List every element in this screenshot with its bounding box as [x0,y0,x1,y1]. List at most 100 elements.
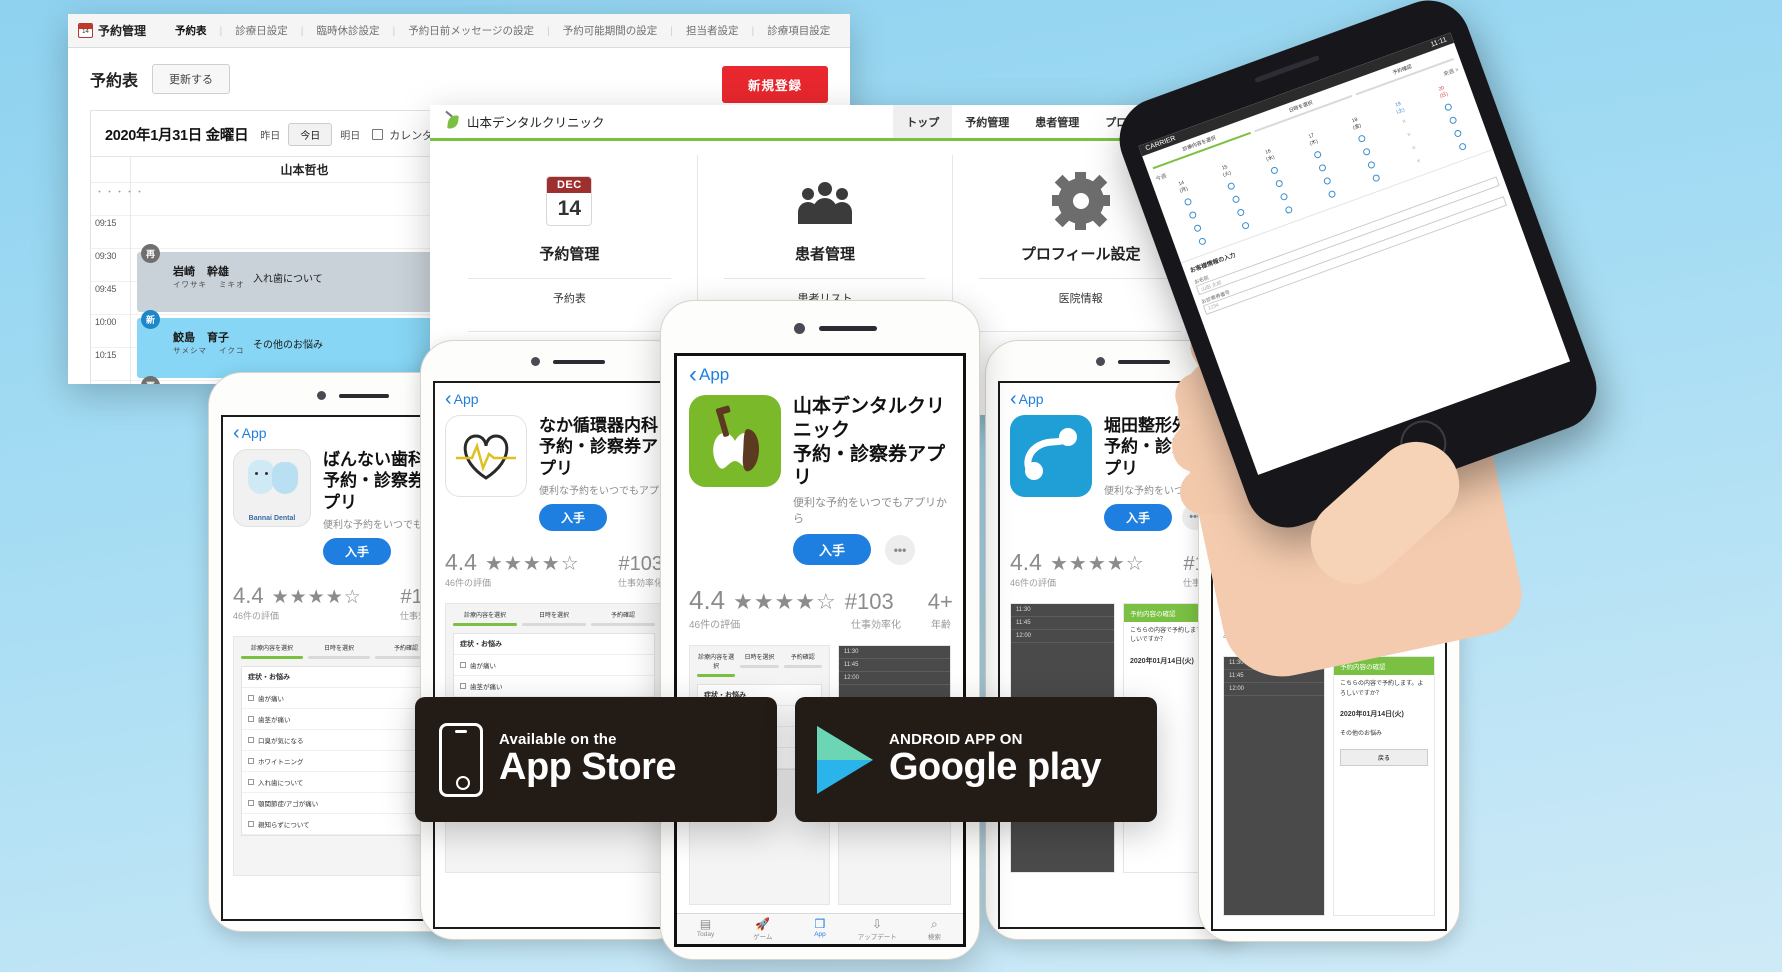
nav-item-shinryobi[interactable]: 診療日設定 [222,23,301,38]
back-button[interactable]: ‹ App [445,388,663,410]
page-title: 予約表 [90,73,139,90]
checkbox-icon[interactable] [248,757,254,764]
checkbox-row[interactable]: 親知らずについて [242,814,436,835]
time-label: 09:45 [95,284,117,294]
app-store-badge[interactable]: Available on the App Store [415,697,777,822]
tab-search[interactable]: ⌕ 検索 [906,914,963,944]
nav-item-koumoku[interactable]: 診療項目設定 [754,23,843,38]
back-button[interactable]: ‹ App [233,423,445,443]
checkbox-row[interactable]: 口臭が気になる [242,730,436,751]
reservation-title-row: 予約表 更新する [90,64,828,94]
app-name-line2: 予約・診察券アプリ [793,443,946,489]
refresh-button[interactable]: 更新する [152,64,231,94]
tab-updates[interactable]: ⇩ アップデート [849,914,906,944]
nav-item-rinjikyushin[interactable]: 臨時休診設定 [303,23,392,38]
chevron-left-icon: ‹ [445,388,452,410]
camera-icon [531,357,540,366]
time-label: 09:30 [95,251,117,261]
app-header: 山本デンタルクリニック 予約・診察券アプリ 便利な予約をいつでもアプリから 入手… [689,385,951,565]
checkbox-icon[interactable] [248,694,254,701]
nav-item-kikan[interactable]: 予約可能期間の設定 [550,23,671,38]
tab-app[interactable]: ❒ App [791,914,848,944]
tab-label: Today [696,931,715,938]
tab-label: ゲーム [753,934,773,941]
step-label: 診療内容を選択 [463,612,506,619]
app-screenshot[interactable]: 診療内容を選択 日時を選択 予約確認 症状・お悩み 歯が痛い 歯茎が痛い 口臭が… [233,635,445,876]
appstore-tabbar: ▤ Today 🚀 ゲーム ❒ App ⇩ アップデート ⌕ 検索 [677,913,963,944]
back-label: App [241,425,267,441]
get-button[interactable]: 入手 [323,537,392,565]
tab-reservation[interactable]: 予約管理 [952,105,1022,138]
get-button[interactable]: 入手 [793,534,872,565]
nav-item-message[interactable]: 予約日前メッセージの設定 [395,23,547,38]
rating-value: 4.4 [1010,548,1042,575]
new-registration-button[interactable]: 新規登録 [721,66,828,103]
time-label: ・・・・・ [95,187,146,197]
tab-top[interactable]: トップ [893,105,953,138]
checkbox-icon[interactable] [248,736,254,743]
checkbox-row[interactable]: 顎関節症/アゴが痛い [242,793,436,814]
time-column-head [91,157,130,183]
status-badge: 再 [141,244,160,263]
step-indicator: 診療内容を選択 日時を選択 予約確認 [446,604,662,626]
prev-day-button[interactable]: 昨日 [260,127,280,142]
form-title: 症状・お悩み [242,667,436,688]
rating-value: 4.4 [445,548,477,575]
step-2: 日時を選択 [522,610,586,626]
symptom-card: 症状・お悩み 歯が痛い 歯茎が痛い 口臭が気になる ホワイトニング 入れ歯につい… [241,665,437,836]
checkbox-icon[interactable] [248,778,254,785]
mini-app-screen: 診療内容を選択 日時を選択 予約確認 症状・お悩み 歯が痛い 歯茎が痛い [446,604,662,698]
tab-games[interactable]: 🚀 ゲーム [734,914,791,944]
calendar-icon: DEC 14 [546,176,593,226]
app-name-line1: なか循環器内科 [539,416,658,435]
time-slot-row: 10:30 [91,381,130,384]
step-indicator: 診療内容を選択 日時を選択 予約確認 [234,637,444,659]
nav-item-yoyakuhyo[interactable]: 予約表 [162,23,220,38]
get-button[interactable]: 入手 [539,503,608,531]
checkbox-icon[interactable] [460,661,466,668]
checkbox-icon[interactable] [248,715,254,722]
checkbox-icon[interactable] [248,820,254,827]
card-link-yoyakuhyo[interactable]: 予約表 [452,279,687,317]
slot-row [131,282,478,315]
next-day-button[interactable]: 明日 [340,127,360,142]
google-play-triangle-icon [817,725,873,794]
back-button[interactable]: ‹ App [689,363,951,387]
reservation-topbar: 14 予約管理 予約表 | 診療日設定 | 臨時休診設定 | 予約日前メッセージ… [68,14,850,48]
slot-row: 再 岩崎 幹雄 イワサキ ミキオ 入れ歯について [131,244,478,312]
time-slot-row: 10:00 [91,315,130,348]
rank-value: #103 [844,589,894,614]
app-header: なか循環器内科 予約・診察券アプリ 便利な予約をいつでもアプリから 入手 [445,407,663,531]
tab-today[interactable]: ▤ Today [677,914,734,944]
checkbox-row[interactable]: 歯茎が痛い [242,709,436,730]
reservation-brand: 予約管理 [98,24,147,38]
checkbox-row[interactable]: 歯が痛い [242,688,436,709]
calendar-month: DEC [547,177,592,193]
today-button[interactable]: 今日 [288,123,333,146]
camera-icon [794,323,805,334]
checkbox-label: 親知らずについて [258,821,310,829]
more-options-icon[interactable]: ••• [885,534,916,565]
checkbox-icon[interactable] [460,682,466,689]
step-2: 日時を選択 [740,652,779,677]
rating-stars: ★★★★☆ [484,552,580,575]
checkbox-row[interactable]: 入れ歯について [242,772,436,793]
tab-label: 検索 [927,934,941,941]
checkbox-icon[interactable] [248,799,254,806]
card-icon-wrap [708,169,943,233]
next-week-label[interactable]: 来週 > [1442,65,1460,78]
app-description: 便利な予約をいつでもアプリから [793,497,947,525]
checkbox-row[interactable]: ホワイトニング [242,751,436,772]
time-line: 11:45 [838,659,950,672]
appstore-phone-3: ‹ App 山本デンタルクリニック 予約・診察券アプリ 便利な予約をいつでもアプ… [660,300,980,960]
tab-patients[interactable]: 患者管理 [1022,105,1092,138]
google-play-badge[interactable]: ANDROID APP ON Google play [795,697,1157,822]
step-1: 診療内容を選択 [697,652,736,677]
phone-screen: ‹ App 山本デンタルクリニック 予約・診察券アプリ 便利な予約をいつでもアプ… [674,353,966,947]
rating-row: 4.4 ★★★★☆ #103 4+ [689,585,953,616]
nav-item-tantosha[interactable]: 担当者設定 [673,23,752,38]
this-week-label[interactable]: 今週 [1154,172,1167,182]
camera-icon [1096,357,1105,366]
checkbox-row[interactable]: 歯茎が痛い [454,676,654,697]
checkbox-row[interactable]: 歯が痛い [454,655,654,676]
